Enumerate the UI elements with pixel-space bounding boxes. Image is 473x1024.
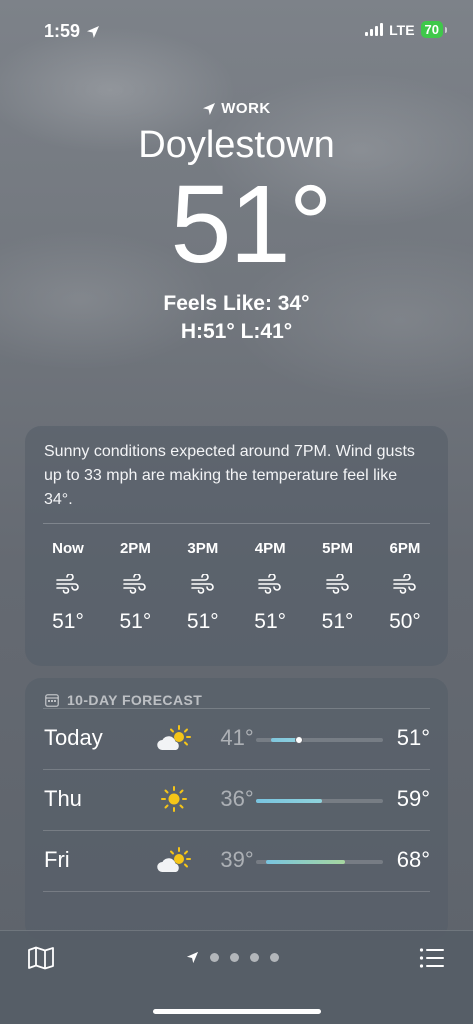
hour-item: Now 51° — [35, 540, 101, 634]
hourly-forecast-card[interactable]: Sunny conditions expected around 7PM. Wi… — [25, 426, 448, 666]
battery-indicator: 70 — [420, 21, 448, 38]
city-name: Doylestown — [138, 123, 335, 166]
feels-like: Feels Like: 34° — [163, 292, 310, 316]
location-arrow-icon — [203, 102, 216, 115]
temperature-range-bar — [266, 860, 345, 864]
bottom-toolbar — [0, 930, 473, 1024]
forecast-header: 10-DAY FORECAST — [25, 678, 448, 708]
location-label-text: WORK — [221, 100, 271, 117]
hour-label: 6PM — [389, 540, 421, 557]
status-bar: 1:59 LTE 70 — [0, 18, 473, 48]
current-location-icon — [186, 951, 199, 964]
sun-icon — [161, 786, 187, 812]
conditions-summary: Sunny conditions expected around 7PM. Wi… — [44, 443, 415, 508]
hour-temperature: 51° — [254, 610, 287, 633]
wind-icon — [258, 574, 281, 594]
hour-label: 4PM — [254, 540, 286, 557]
hour-label: Now — [52, 540, 84, 557]
forecast-high: 51° — [396, 725, 430, 750]
status-right: LTE 70 — [365, 21, 448, 38]
forecast-title: 10-DAY FORECAST — [67, 692, 203, 708]
temperature-range-track — [256, 799, 383, 803]
forecast-day: Thu — [44, 786, 82, 811]
forecast-high: 59° — [396, 786, 430, 811]
temperature-range-track — [256, 860, 383, 864]
current-temperature: 51° — [170, 163, 332, 287]
location-header: WORK Doylestown 51° Feels Like: 34° H:51… — [0, 100, 473, 344]
network-label: LTE — [389, 21, 415, 38]
temperature-range-track — [256, 736, 383, 744]
hour-temperature: 51° — [186, 610, 219, 633]
page-dot — [230, 953, 239, 962]
hour-item: 4PM 51° — [237, 540, 303, 634]
forecast-day: Today — [44, 725, 103, 750]
forecast-row[interactable]: Thu 36° 59° — [43, 769, 430, 830]
battery-level: 70 — [424, 22, 439, 37]
location-arrow-icon — [87, 25, 100, 38]
home-indicator — [153, 1009, 321, 1014]
hour-temperature: 51° — [321, 610, 354, 633]
current-temperature-dot — [295, 736, 304, 744]
hour-label: 2PM — [119, 540, 151, 557]
forecast-row[interactable]: Today 41° 51° — [43, 708, 430, 769]
page-dot — [210, 953, 219, 962]
signal-icon — [365, 23, 384, 36]
page-dot — [270, 953, 279, 962]
hour-item: 3PM 51° — [170, 540, 236, 634]
forecast-high: 68° — [396, 847, 430, 872]
hour-temperature: 51° — [119, 610, 152, 633]
high-low: H:51° L:41° — [180, 320, 293, 344]
wind-icon — [325, 574, 349, 594]
page-indicator[interactable] — [186, 951, 279, 964]
wind-icon — [123, 574, 147, 594]
hour-item: 5PM 51° — [305, 540, 371, 634]
time-text: 1:59 — [44, 21, 81, 41]
hour-label: 5PM — [322, 540, 353, 557]
map-icon[interactable] — [27, 946, 55, 970]
hour-temperature: 51° — [52, 610, 84, 633]
hour-label: 3PM — [187, 540, 219, 557]
page-dot — [250, 953, 259, 962]
ten-day-forecast-card[interactable]: 10-DAY FORECAST Today 41° 51° Thu 36° 59… — [25, 678, 448, 940]
partly-sunny-icon — [157, 847, 191, 872]
partly-sunny-icon — [157, 725, 191, 750]
temperature-range-bar — [256, 799, 323, 803]
hour-temperature: 50° — [389, 610, 421, 633]
calendar-icon — [45, 693, 59, 707]
forecast-row[interactable]: Fri 39° 68° — [43, 830, 430, 891]
hour-item: 2PM 51° — [102, 540, 168, 634]
hourly-list: Now 51° 2PM 51° 3PM 51° 4PM 51° 5PM 51° … — [25, 524, 448, 634]
status-time: 1:59 — [44, 21, 100, 42]
hour-item: 6PM 50° — [372, 540, 438, 634]
location-label: WORK — [202, 100, 271, 117]
forecast-day: Fri — [44, 847, 70, 872]
list-icon[interactable] — [419, 947, 445, 969]
wind-icon — [56, 574, 79, 594]
wind-icon — [190, 574, 214, 594]
wind-icon — [393, 574, 416, 594]
